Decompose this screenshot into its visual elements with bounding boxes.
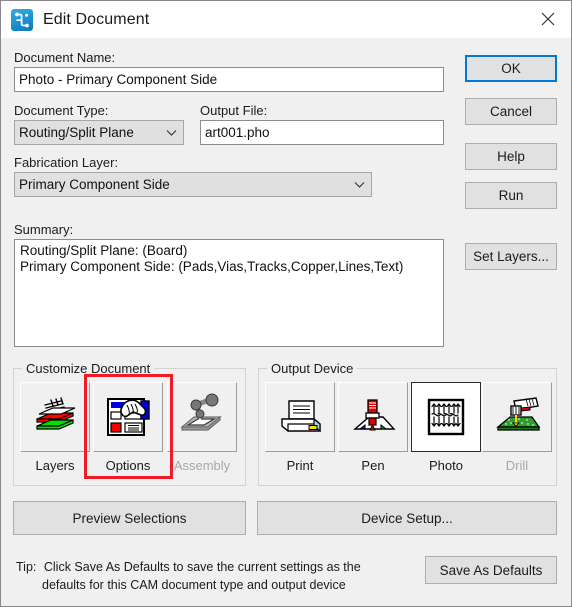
pen-label: Pen xyxy=(361,458,385,473)
tip-line-1: Click Save As Defaults to save the curre… xyxy=(43,560,361,574)
ok-button[interactable]: OK xyxy=(465,55,557,82)
summary-label: Summary: xyxy=(14,222,74,237)
output-file-input[interactable]: art001.pho xyxy=(200,120,444,145)
print-button[interactable] xyxy=(265,382,335,452)
set-layers-button[interactable]: Set Layers... xyxy=(465,243,557,270)
photo-button[interactable] xyxy=(411,382,481,452)
tip-prefix: Tip: xyxy=(16,560,37,574)
edit-document-dialog: Edit Document Document Name: Photo - Pri… xyxy=(0,0,572,607)
document-type-select[interactable]: Routing/Split Plane xyxy=(14,120,184,145)
layers-label: Layers xyxy=(35,458,75,473)
photoplotter-icon xyxy=(427,398,465,436)
help-button[interactable]: Help xyxy=(465,143,557,170)
document-name-input[interactable]: Photo - Primary Component Side xyxy=(14,67,444,92)
assembly-button xyxy=(167,382,237,452)
output-file-label: Output File: xyxy=(200,103,268,118)
fabrication-layer-label: Fabrication Layer: xyxy=(14,155,119,170)
dialog-body: Document Name: Photo - Primary Component… xyxy=(1,38,571,606)
window-title: Edit Document xyxy=(43,10,150,28)
drill-icon xyxy=(496,397,541,431)
save-as-defaults-button[interactable]: Save As Defaults xyxy=(425,556,557,584)
chevron-down-icon xyxy=(351,175,367,194)
photo-label: Photo xyxy=(429,458,463,473)
options-button[interactable] xyxy=(93,382,163,452)
tip-line-2: defaults for this CAM document type and … xyxy=(42,578,346,592)
run-button[interactable]: Run xyxy=(465,182,557,209)
close-icon[interactable] xyxy=(525,1,571,37)
device-setup-button[interactable]: Device Setup... xyxy=(257,501,557,535)
fabrication-layer-select[interactable]: Primary Component Side xyxy=(14,172,372,197)
document-type-value: Routing/Split Plane xyxy=(19,125,134,140)
print-label: Print xyxy=(286,458,314,473)
printer-icon xyxy=(281,400,321,433)
preview-selections-button[interactable]: Preview Selections xyxy=(13,501,246,535)
summary-line: Primary Component Side: (Pads,Vias,Track… xyxy=(20,259,404,274)
document-type-label: Document Type: xyxy=(14,103,109,118)
layer-stack-icon xyxy=(36,397,76,430)
drill-button xyxy=(482,382,552,452)
chevron-down-icon xyxy=(163,123,179,142)
pen-button[interactable] xyxy=(338,382,408,452)
fabrication-layer-value: Primary Component Side xyxy=(19,177,170,192)
cancel-button[interactable]: Cancel xyxy=(465,98,557,125)
summary-textarea[interactable]: Routing/Split Plane: (Board) Primary Com… xyxy=(14,239,444,347)
document-name-label: Document Name: xyxy=(14,50,116,65)
hand-document-icon xyxy=(107,398,150,436)
robot-arm-icon xyxy=(180,393,222,431)
drill-label: Drill xyxy=(505,458,529,473)
output-device-title: Output Device xyxy=(267,361,358,376)
circuit-trace-icon xyxy=(11,8,33,31)
summary-line: Routing/Split Plane: (Board) xyxy=(20,243,188,258)
assembly-label: Assembly xyxy=(173,458,231,473)
options-label: Options xyxy=(105,458,151,473)
tip-text: Tip: Click Save As Defaults to save the … xyxy=(16,558,416,594)
title-bar: Edit Document xyxy=(1,1,571,38)
layers-button[interactable] xyxy=(20,382,90,452)
customize-document-title: Customize Document xyxy=(22,361,155,376)
pen-plotter-icon xyxy=(353,399,396,431)
